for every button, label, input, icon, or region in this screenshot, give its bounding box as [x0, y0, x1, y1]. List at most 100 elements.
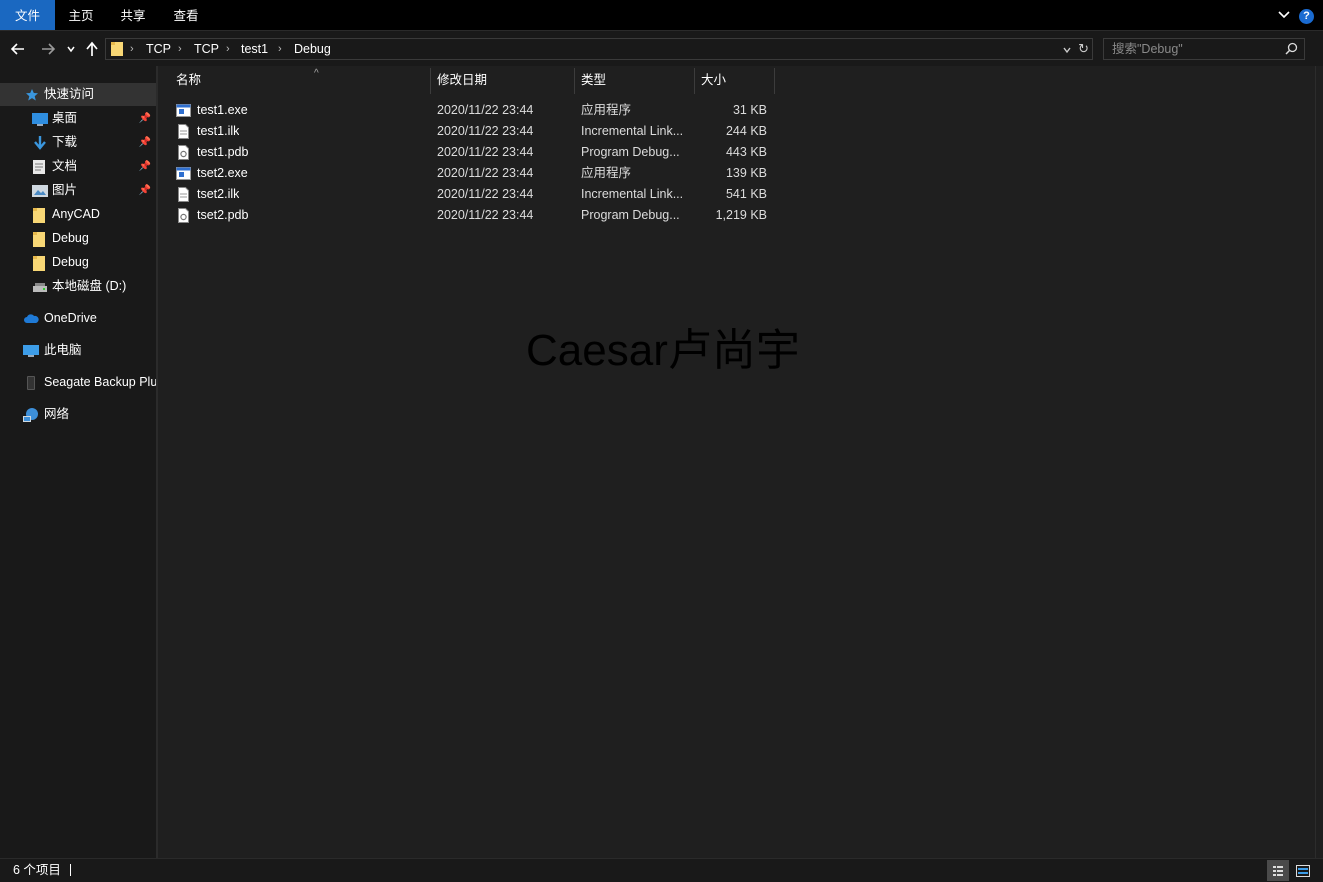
recent-locations-button[interactable]	[63, 31, 79, 67]
arrow-right-icon	[42, 43, 56, 55]
network-icon	[23, 407, 39, 423]
file-date: 2020/11/22 23:44	[437, 166, 534, 180]
nav-onedrive[interactable]: OneDrive	[0, 307, 156, 330]
nav-label: 本地磁盘 (D:)	[52, 279, 127, 293]
file-row[interactable]: test1.ilk 2020/11/22 23:44 Incremental L…	[172, 121, 778, 142]
nav-downloads[interactable]: 下载 📌	[0, 131, 156, 154]
file-size: 244 KB	[725, 124, 767, 138]
address-dropdown-icon[interactable]	[1062, 43, 1072, 58]
ribbon-expand-icon[interactable]	[1277, 8, 1291, 22]
file-row[interactable]: test1.exe 2020/11/22 23:44 应用程序 31 KB	[172, 100, 778, 121]
column-header-label: 大小	[701, 73, 727, 87]
large-icons-view-button[interactable]	[1292, 860, 1314, 881]
address-bar[interactable]: › TCP › TCP › test1 › Debug ↻	[105, 38, 1093, 60]
nav-debug[interactable]: Debug	[0, 251, 156, 274]
status-divider	[70, 864, 71, 876]
column-divider[interactable]	[774, 68, 775, 94]
nav-documents[interactable]: 文档 📌	[0, 155, 156, 178]
breadcrumb-separator-icon: ›	[278, 43, 282, 55]
file-date: 2020/11/22 23:44	[437, 208, 534, 222]
file-icon	[176, 187, 191, 202]
menu-view[interactable]: 查看	[159, 0, 213, 30]
column-divider[interactable]	[574, 68, 575, 94]
breadcrumb-item[interactable]: TCP	[146, 39, 171, 59]
file-type: Program Debug...	[581, 145, 680, 159]
nav-local-disk-d[interactable]: 本地磁盘 (D:)	[0, 275, 156, 298]
file-type: 应用程序	[581, 166, 632, 180]
file-size: 443 KB	[725, 145, 767, 159]
column-divider[interactable]	[430, 68, 431, 94]
file-type: Incremental Link...	[581, 124, 684, 138]
breadcrumb-item[interactable]: TCP	[194, 39, 219, 59]
nav-label: 图片	[52, 183, 78, 197]
external-drive-icon	[25, 375, 41, 391]
nav-network[interactable]: 网络	[0, 403, 156, 426]
column-header-label: 类型	[581, 73, 607, 87]
folder-icon	[32, 231, 48, 247]
star-icon	[25, 87, 41, 103]
vertical-scrollbar[interactable]	[1315, 66, 1323, 858]
file-icon	[176, 124, 191, 139]
watermark-text: Caesar卢尚宇	[526, 326, 800, 375]
breadcrumb-item[interactable]: test1	[241, 39, 268, 59]
forward-button[interactable]	[38, 31, 58, 67]
nav-label: 此电脑	[44, 343, 82, 357]
desktop-icon	[32, 111, 48, 127]
file-date: 2020/11/22 23:44	[437, 187, 534, 201]
arrow-up-icon	[86, 41, 98, 56]
column-header-name[interactable]: 名称 ^	[176, 66, 430, 94]
search-icon[interactable]	[1285, 42, 1298, 58]
nav-quick-access[interactable]: 快速访问	[0, 83, 156, 106]
nav-label: Debug	[52, 255, 89, 269]
ribbon-menu-bar: 文件 主页 共享 查看 ?	[0, 0, 1323, 30]
details-view-button[interactable]	[1267, 860, 1289, 881]
refresh-icon[interactable]: ↻	[1078, 39, 1089, 59]
nav-label: 网络	[44, 407, 70, 421]
column-header-label: 修改日期	[437, 73, 488, 87]
file-name: test1.exe	[197, 103, 248, 117]
nav-label: Seagate Backup Plus Drive	[44, 375, 156, 389]
nav-seagate-drive[interactable]: Seagate Backup Plus Drive	[0, 371, 156, 394]
file-row[interactable]: tset2.ilk 2020/11/22 23:44 Incremental L…	[172, 184, 778, 205]
file-size: 541 KB	[725, 187, 767, 201]
nav-debug[interactable]: Debug	[0, 227, 156, 250]
nav-desktop[interactable]: 桌面 📌	[0, 107, 156, 130]
download-icon	[32, 135, 48, 151]
file-row[interactable]: tset2.pdb 2020/11/22 23:44 Program Debug…	[172, 205, 778, 226]
file-type: Incremental Link...	[581, 187, 684, 201]
search-input[interactable]	[1112, 40, 1282, 58]
breadcrumb-separator-icon: ›	[130, 43, 134, 55]
file-size: 1,219 KB	[715, 208, 767, 222]
file-row[interactable]: test1.pdb 2020/11/22 23:44 Program Debug…	[172, 142, 778, 163]
column-header-date[interactable]: 修改日期	[437, 66, 575, 94]
nav-this-pc[interactable]: 此电脑	[0, 339, 156, 362]
column-divider[interactable]	[694, 68, 695, 94]
search-box[interactable]	[1103, 38, 1305, 60]
sort-ascending-icon: ^	[314, 68, 319, 79]
menu-share[interactable]: 共享	[107, 0, 159, 30]
breadcrumb-separator-icon: ›	[178, 43, 182, 55]
breadcrumb-item[interactable]: Debug	[294, 39, 331, 59]
column-header-type[interactable]: 类型	[581, 66, 694, 94]
file-size: 139 KB	[725, 166, 767, 180]
help-icon[interactable]: ?	[1299, 9, 1314, 24]
nav-anycad[interactable]: AnyCAD	[0, 203, 156, 226]
pin-icon: 📌	[138, 185, 151, 196]
pin-icon: 📌	[138, 161, 151, 172]
folder-icon	[32, 207, 48, 223]
menu-home[interactable]: 主页	[55, 0, 107, 30]
file-row[interactable]: tset2.exe 2020/11/22 23:44 应用程序 139 KB	[172, 163, 778, 184]
pdb-icon	[176, 145, 191, 160]
drive-icon	[32, 279, 48, 295]
picture-icon	[32, 183, 48, 199]
back-button[interactable]	[8, 31, 28, 67]
nav-label: Debug	[52, 231, 89, 245]
file-type: 应用程序	[581, 103, 632, 117]
exe-icon	[176, 103, 191, 118]
up-button[interactable]	[83, 31, 101, 67]
file-name: tset2.ilk	[197, 187, 240, 201]
column-header-size[interactable]: 大小	[701, 66, 774, 94]
menu-file[interactable]: 文件	[0, 0, 55, 30]
nav-pictures[interactable]: 图片 📌	[0, 179, 156, 202]
nav-label: AnyCAD	[52, 207, 100, 221]
